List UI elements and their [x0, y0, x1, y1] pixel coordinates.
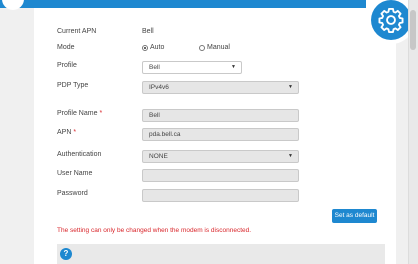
- user-name-input[interactable]: [142, 169, 299, 182]
- mode-auto-label: Auto: [150, 44, 165, 51]
- gear-icon: [371, 0, 411, 40]
- required-marker: *: [73, 129, 77, 136]
- disconnect-warning: The setting can only be changed when the…: [57, 227, 252, 234]
- set-as-default-button[interactable]: Set as default: [332, 209, 377, 223]
- apn-label-text: APN: [57, 129, 72, 136]
- profile-label: Profile: [57, 62, 77, 69]
- authentication-label: Authentication: [57, 151, 102, 158]
- user-name-label: User Name: [57, 170, 93, 177]
- scrollbar-thumb[interactable]: [410, 10, 416, 50]
- caret-down-icon: ▼: [288, 153, 293, 159]
- profile-select-value: Bell: [149, 64, 160, 71]
- pdp-type-label: PDP Type: [57, 82, 89, 89]
- help-icon[interactable]: ?: [60, 248, 72, 260]
- mode-manual-label: Manual: [207, 44, 230, 51]
- apn-settings-page: Current APN Bell Mode Auto Manual Profil…: [0, 0, 418, 264]
- required-marker: *: [99, 110, 103, 117]
- mode-label: Mode: [57, 44, 75, 51]
- profile-name-label-text: Profile Name: [57, 110, 98, 117]
- header-notch: [2, 0, 24, 10]
- header-bar: [0, 0, 408, 10]
- caret-down-icon: ▼: [231, 64, 236, 70]
- current-apn-label: Current APN: [57, 28, 97, 35]
- profile-select[interactable]: Bell ▼: [142, 61, 242, 74]
- apn-label: APN *: [57, 129, 76, 136]
- password-input[interactable]: [142, 189, 299, 202]
- current-apn-value: Bell: [142, 28, 154, 35]
- help-panel: ?: [57, 244, 385, 264]
- mode-manual-radio[interactable]: [199, 45, 205, 51]
- authentication-select-value: NONE: [149, 153, 168, 160]
- pdp-type-select-value: IPv4v6: [149, 84, 169, 91]
- password-label: Password: [57, 190, 88, 197]
- scrollbar[interactable]: [408, 0, 418, 264]
- apn-input[interactable]: pda.bell.ca: [142, 128, 299, 141]
- pdp-type-select[interactable]: IPv4v6 ▼: [142, 81, 299, 94]
- profile-name-label: Profile Name *: [57, 110, 102, 117]
- caret-down-icon: ▼: [288, 84, 293, 90]
- profile-name-input[interactable]: Bell: [142, 109, 299, 122]
- mode-auto-radio[interactable]: [142, 45, 148, 51]
- authentication-select[interactable]: NONE ▼: [142, 150, 299, 163]
